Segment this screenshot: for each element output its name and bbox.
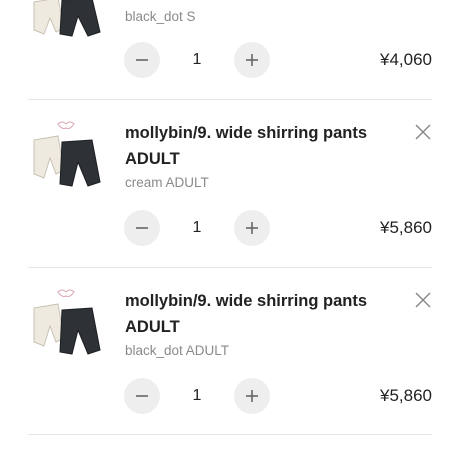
plus-icon — [246, 222, 258, 234]
cart-item: mollybin/9. wide shirring pants ADULT cr… — [0, 100, 460, 268]
shirring-pants-product-icon — [33, 0, 101, 37]
close-icon — [415, 124, 431, 140]
remove-item-button[interactable] — [413, 290, 433, 310]
cart-item-list: black_dot S 1 ¥4,060 mollybin/9. wide sh… — [0, 0, 460, 460]
minus-icon — [136, 395, 148, 397]
cart-item: black_dot S 1 ¥4,060 — [0, 0, 460, 100]
decrement-button[interactable] — [124, 42, 160, 78]
product-variant: black_dot ADULT — [125, 343, 230, 358]
item-price: ¥5,860 — [380, 218, 432, 237]
decrement-button[interactable] — [124, 210, 160, 246]
quantity-value: 1 — [192, 51, 202, 68]
quantity-value: 1 — [192, 219, 202, 236]
remove-item-button[interactable] — [413, 122, 433, 142]
product-image[interactable] — [28, 118, 106, 196]
quantity-stepper: 1 — [124, 378, 270, 414]
increment-button[interactable] — [234, 42, 270, 78]
product-variant: black_dot S — [125, 9, 196, 24]
plus-icon — [246, 54, 258, 66]
close-icon — [415, 292, 431, 308]
item-divider — [28, 434, 432, 435]
shirring-pants-product-icon — [33, 121, 101, 187]
product-name[interactable]: mollybin/9. wide shirring pants ADULT — [125, 288, 385, 340]
minus-icon — [136, 59, 148, 61]
product-image[interactable] — [28, 0, 106, 66]
item-price: ¥4,060 — [380, 50, 432, 69]
quantity-value: 1 — [192, 387, 202, 404]
minus-icon — [136, 227, 148, 229]
product-image[interactable] — [28, 286, 106, 364]
quantity-stepper: 1 — [124, 42, 270, 78]
quantity-stepper: 1 — [124, 210, 270, 246]
product-variant: cream ADULT — [125, 175, 209, 190]
plus-icon — [246, 390, 258, 402]
product-name[interactable]: mollybin/9. wide shirring pants ADULT — [125, 120, 385, 172]
increment-button[interactable] — [234, 210, 270, 246]
decrement-button[interactable] — [124, 378, 160, 414]
increment-button[interactable] — [234, 378, 270, 414]
cart-item: mollybin/9. wide shirring pants ADULT bl… — [0, 268, 460, 435]
item-price: ¥5,860 — [380, 386, 432, 405]
shirring-pants-product-icon — [33, 289, 101, 355]
